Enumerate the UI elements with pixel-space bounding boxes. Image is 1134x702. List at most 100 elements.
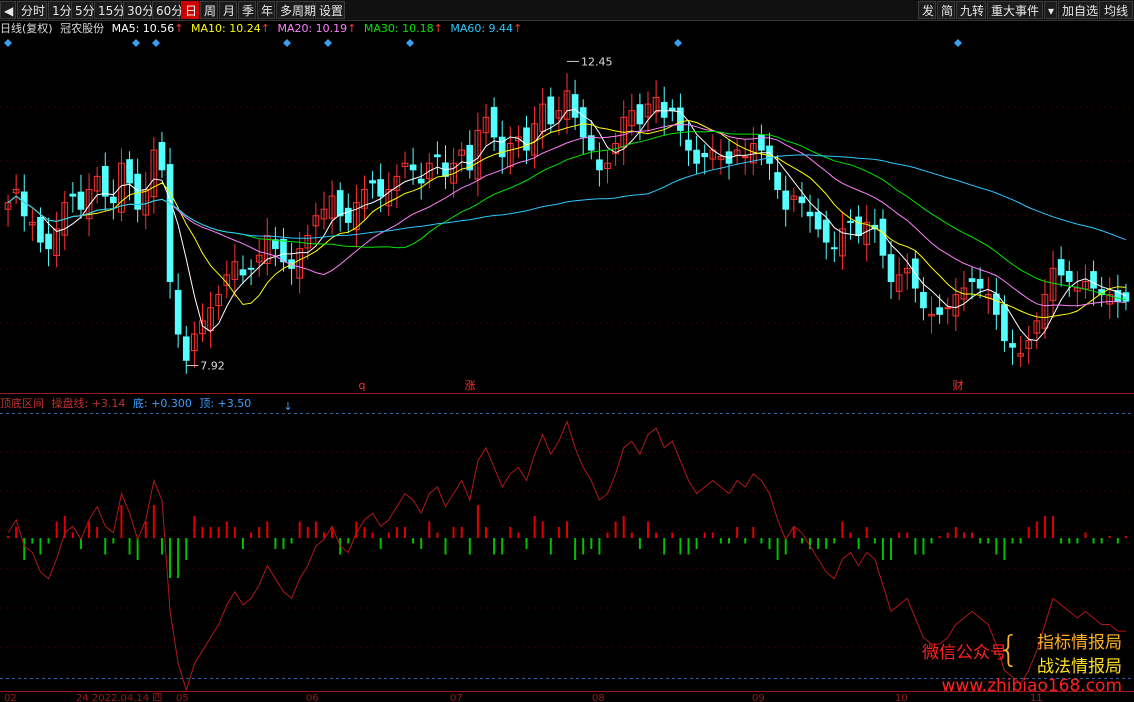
- candle-body: [555, 110, 563, 119]
- candle-body: [677, 107, 684, 131]
- candle-body: [166, 164, 174, 282]
- candle-body: [798, 196, 806, 204]
- period-tab-6[interactable]: 日: [181, 1, 199, 19]
- watermark: 微信公众号 { 指标情报局 战法情报局 www.zhibiao168.com: [902, 628, 1122, 698]
- indicator-legend: 顶底区间 操盘线: +3.14 底: +0.300 顶: +3.50: [0, 396, 255, 412]
- ma20-value: MA20: 10.19↑: [277, 22, 357, 35]
- tool-button-4[interactable]: 加自选: [1058, 1, 1098, 19]
- candle-body: [515, 136, 522, 142]
- period-toolbar: ◀ 分时 1分 5分 15分 30分 60分日周月季年多周期 设置 发简九转 重大事件 加自选均…: [0, 0, 1134, 21]
- watermark-bottom: 战法情报局: [1037, 657, 1122, 677]
- candle-body: [353, 202, 360, 231]
- candle-body: [733, 149, 741, 156]
- period-tab-3[interactable]: 15分: [94, 1, 125, 19]
- date-axis-label: 07: [450, 693, 463, 702]
- candle-body: [85, 189, 93, 220]
- candle-body: [361, 189, 368, 209]
- candle-body: [539, 103, 547, 133]
- candle-body: [709, 149, 717, 160]
- candle-body: [879, 218, 887, 256]
- down-arrow-icon: ↓: [283, 400, 292, 413]
- date-axis-label: 06: [306, 693, 319, 702]
- candle-body: [272, 239, 279, 250]
- candle-body: [871, 224, 879, 230]
- candle-body: [255, 254, 263, 263]
- period-tab-1[interactable]: 1分: [48, 1, 72, 19]
- candle-body: [612, 143, 619, 155]
- candle-body: [976, 278, 984, 289]
- candle-body: [101, 166, 109, 197]
- candle-body: [660, 102, 668, 118]
- candle-body: [53, 228, 60, 257]
- ma20-line: [7, 124, 1126, 307]
- candle-body: [887, 254, 895, 282]
- ma30-value: MA30: 10.18↑: [363, 22, 443, 35]
- candle-body: [1074, 287, 1081, 292]
- candle-body: [409, 164, 417, 171]
- candle-body: [150, 149, 158, 198]
- candle-body: [579, 107, 587, 138]
- candlesticks: [4, 73, 1130, 374]
- bottom-value: 底: +0.300: [132, 397, 192, 410]
- events-dropdown-icon[interactable]: ▾: [1044, 1, 1057, 19]
- candle-body: [596, 159, 603, 171]
- candle-body: [1025, 340, 1033, 349]
- candle-body: [182, 336, 190, 361]
- candle-body: [960, 287, 968, 300]
- kline-chart[interactable]: 12.45 7.92 q 涨 财 ↓ 02 24 2022.04.14 四 05 06 07 08 09…: [0, 0, 1134, 702]
- signal-diamond-icon: [4, 39, 12, 47]
- event-marker: q: [359, 379, 366, 392]
- period-tab-4[interactable]: 30分: [123, 1, 154, 19]
- candle-body: [37, 216, 44, 243]
- ma30-line: [7, 130, 1126, 301]
- period-tab-8[interactable]: 月: [219, 1, 237, 19]
- date-axis-label: 05: [176, 693, 189, 702]
- candle-body: [668, 107, 676, 112]
- candle-body: [29, 221, 36, 226]
- back-arrow-icon[interactable]: ◀: [0, 1, 16, 19]
- candle-body: [199, 320, 206, 335]
- event-marker: 涨: [465, 379, 476, 392]
- watermark-wechat: 微信公众号: [922, 643, 1007, 663]
- ma60-value: MA60: 9.44↑: [450, 22, 523, 35]
- candle-body: [207, 307, 214, 332]
- period-tab-10[interactable]: 年: [257, 1, 275, 19]
- period-tab-9[interactable]: 季: [238, 1, 256, 19]
- candle-body: [69, 193, 77, 197]
- operate-line-value: 操盘线: +3.14: [51, 397, 126, 410]
- low-price-label: 7.92: [200, 360, 225, 373]
- tool-button-5[interactable]: 均线: [1099, 1, 1133, 19]
- period-tab-2[interactable]: 5分: [71, 1, 95, 19]
- tool-button-3[interactable]: 重大事件: [987, 1, 1043, 19]
- period-tab-11[interactable]: 多周期: [276, 1, 316, 19]
- ma10-line: [7, 119, 1126, 319]
- period-tab-5[interactable]: 60分: [152, 1, 183, 19]
- candle-body: [1033, 320, 1041, 334]
- date-axis-label: 09: [752, 693, 765, 702]
- candle-body: [993, 293, 1000, 315]
- candle-body: [822, 219, 830, 243]
- candle-body: [61, 202, 69, 236]
- period-tab-7[interactable]: 周: [200, 1, 218, 19]
- candle-body: [968, 278, 976, 282]
- candle-body: [774, 172, 781, 191]
- candle-body: [1049, 267, 1057, 301]
- candle-body: [296, 248, 304, 279]
- candle-body: [304, 234, 312, 249]
- candle-body: [806, 211, 814, 217]
- tool-button-2[interactable]: 九转: [956, 1, 986, 19]
- period-tab-0[interactable]: 分时: [17, 1, 47, 19]
- stock-name: 冠农股份: [60, 22, 105, 35]
- candle-body: [336, 190, 344, 217]
- candle-body: [4, 202, 12, 210]
- candle-body: [1122, 292, 1130, 302]
- candle-body: [839, 228, 846, 257]
- tool-button-1[interactable]: 简: [937, 1, 955, 19]
- candle-body: [126, 159, 133, 184]
- tool-button-0[interactable]: 发: [918, 1, 936, 19]
- candle-body: [717, 156, 725, 160]
- candle-body: [920, 291, 927, 309]
- candle-body: [790, 195, 798, 200]
- period-tab-12[interactable]: 设置: [315, 1, 345, 19]
- candle-body: [944, 307, 952, 310]
